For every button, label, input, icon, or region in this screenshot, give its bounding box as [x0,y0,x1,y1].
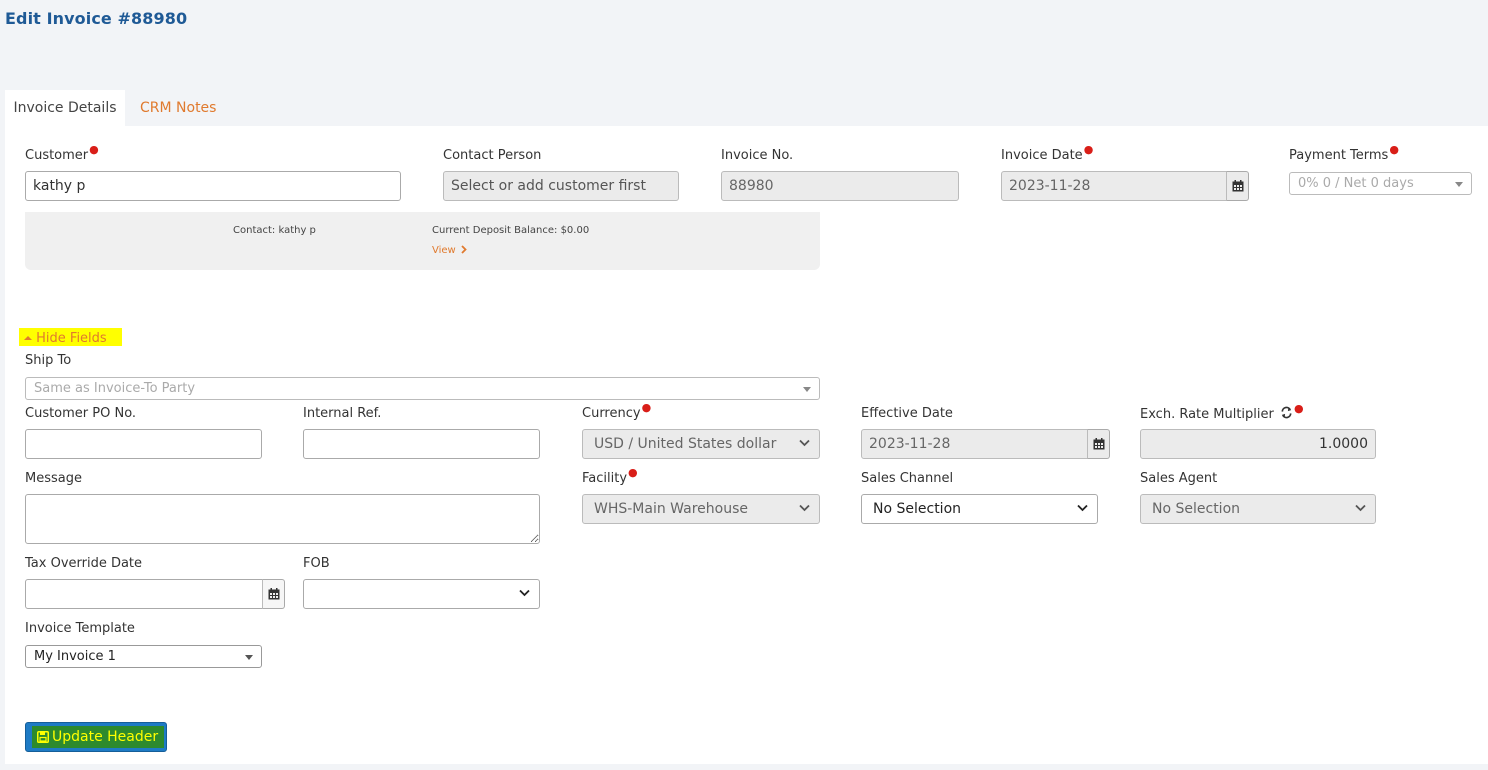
required-marker: ● [641,401,652,414]
exch-rate-input: 1.0000 [1140,429,1376,459]
internal-ref-input[interactable] [303,429,540,459]
customer-po-input[interactable] [25,429,262,459]
message-label: Message [25,471,82,486]
required-marker: ● [89,143,99,156]
deposit-balance: Current Deposit Balance: $0.00 [432,225,590,236]
dropdown-arrow-icon [803,387,811,392]
contact-person-label: Contact Person [443,148,542,163]
tax-override-date-input[interactable] [25,579,263,609]
view-link[interactable]: View [432,245,467,256]
calendar-icon[interactable] [262,579,285,609]
tab-invoice-details[interactable]: Invoice Details [5,90,125,126]
contact-info: Contact: kathy p [233,225,316,236]
page-title: Edit Invoice #88980 [5,9,188,28]
sales-agent-label: Sales Agent [1140,471,1218,486]
chevron-down-icon [1355,504,1366,512]
effective-date-label: Effective Date [861,406,953,421]
ship-to-select[interactable]: Same as Invoice-To Party [25,377,820,400]
required-marker: ● [628,466,638,479]
required-marker: ● [1294,402,1304,415]
currency-label: Currency● [582,401,652,421]
required-marker: ● [1083,143,1094,156]
update-header-button[interactable]: Update Header [25,722,167,752]
required-marker: ● [1389,143,1399,156]
dropdown-arrow-icon [1455,182,1463,187]
sales-agent-value: No Selection [1152,501,1241,517]
chevron-right-icon [461,245,467,254]
invoice-template-value: My Invoice 1 [34,649,116,664]
internal-ref-label: Internal Ref. [303,406,382,421]
caret-up-icon [24,336,32,340]
calendar-icon[interactable] [1087,429,1110,459]
currency-value: USD / United States dollar [594,436,777,452]
update-header-label: Update Header [52,729,159,745]
currency-select[interactable]: USD / United States dollar [582,429,820,459]
invoice-no-input: 88980 [721,171,959,201]
chevron-down-icon [1077,504,1088,512]
refresh-icon[interactable] [1280,406,1293,419]
invoice-template-select[interactable]: My Invoice 1 [25,645,262,668]
customer-info-box [25,212,820,270]
fob-select[interactable] [303,579,540,609]
save-icon [37,731,49,743]
ship-to-value: Same as Invoice-To Party [34,381,196,396]
contact-person-input[interactable]: Select or add customer first [443,171,679,201]
exch-rate-label: Exch. Rate Multiplier ● [1140,402,1304,422]
customer-po-label: Customer PO No. [25,406,137,421]
payment-terms-value: 0% 0 / Net 0 days [1298,176,1414,191]
sales-channel-label: Sales Channel [861,471,954,486]
hide-fields-toggle[interactable]: Hide Fields [19,328,122,346]
calendar-icon[interactable] [1226,171,1249,201]
message-textarea[interactable] [25,494,540,544]
tax-override-date-label: Tax Override Date [25,556,143,571]
facility-label: Facility● [582,466,638,486]
payment-terms-label: Payment Terms● [1289,143,1399,163]
sales-agent-select[interactable]: No Selection [1140,494,1376,524]
customer-label: Customer● [25,143,99,163]
invoice-template-label: Invoice Template [25,621,135,636]
fob-label: FOB [303,556,330,571]
facility-value: WHS-Main Warehouse [594,501,748,517]
tab-crm-notes[interactable]: CRM Notes [140,90,216,126]
effective-date-input[interactable]: 2023-11-28 [861,429,1088,459]
chevron-down-icon [799,439,810,447]
chevron-down-icon [799,504,810,512]
ship-to-label: Ship To [25,353,72,368]
chevron-down-icon [519,589,530,597]
dropdown-arrow-icon [245,655,253,660]
facility-select[interactable]: WHS-Main Warehouse [582,494,820,524]
payment-terms-select[interactable]: 0% 0 / Net 0 days [1289,172,1472,195]
sales-channel-value: No Selection [873,501,962,517]
invoice-no-label: Invoice No. [721,148,794,163]
customer-input[interactable]: kathy p [25,171,401,201]
invoice-date-input[interactable]: 2023-11-28 [1001,171,1227,201]
invoice-date-label: Invoice Date● [1001,143,1094,163]
sales-channel-select[interactable]: No Selection [861,494,1098,524]
